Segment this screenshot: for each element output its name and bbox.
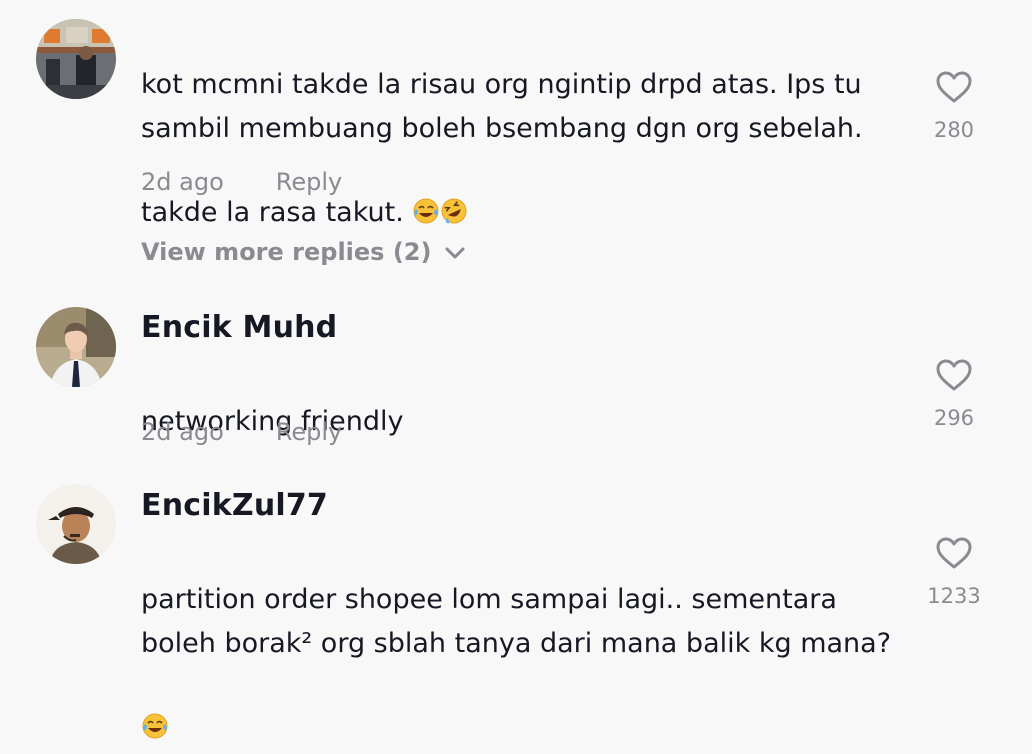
comment-meta: 2d ago Reply — [141, 418, 342, 446]
like-count: 280 — [933, 118, 975, 142]
face-with-tears-of-joy-icon — [141, 666, 169, 739]
reply-button[interactable]: Reply — [276, 418, 342, 446]
comment-timestamp: 2d ago — [141, 168, 224, 196]
rolling-on-the-floor-laughing-icon — [440, 151, 468, 224]
avatar[interactable] — [36, 307, 116, 387]
view-more-replies-label: View more replies (2) — [141, 238, 432, 266]
heart-icon — [936, 359, 972, 391]
chevron-down-icon — [445, 237, 465, 265]
comment-meta: 2d ago Reply — [141, 168, 342, 196]
like-button[interactable]: 296 — [914, 358, 994, 430]
like-count: 296 — [933, 406, 975, 430]
comment-username[interactable]: EncikZul77 — [141, 488, 328, 523]
avatar-man-photo — [36, 307, 116, 387]
heart-icon — [936, 71, 972, 103]
comment-text: kot mcmni takde la risau org ngintip drp… — [141, 69, 863, 228]
like-count: 1233 — [927, 584, 981, 608]
like-button[interactable]: 280 — [914, 70, 994, 142]
heart-icon — [936, 537, 972, 569]
view-more-replies-button[interactable]: View more replies (2) — [141, 238, 465, 266]
avatar-gym-photo — [36, 19, 116, 99]
like-button[interactable]: 1233 — [914, 536, 994, 608]
avatar[interactable] — [36, 19, 116, 99]
avatar[interactable] — [36, 484, 116, 564]
avatar-man-cap-photo — [36, 484, 116, 564]
reply-button[interactable]: Reply — [276, 168, 342, 196]
face-with-tears-of-joy-icon — [412, 151, 440, 224]
comment-timestamp: 2d ago — [141, 418, 224, 446]
comment-text: partition order shopee lom sampai lagi..… — [141, 534, 911, 750]
comment-username[interactable]: Encik Muhd — [141, 310, 337, 345]
